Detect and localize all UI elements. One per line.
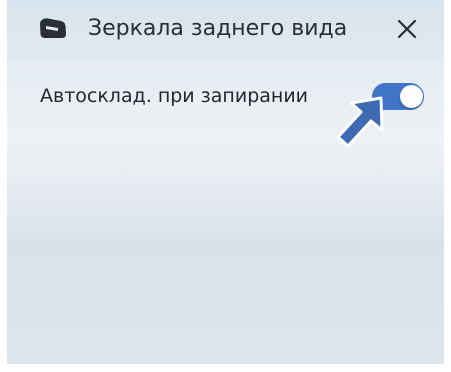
- mirror-settings-panel: Зеркала заднего вида Автосклад. при запи…: [7, 0, 444, 364]
- panel-header: Зеркала заднего вида: [7, 0, 444, 58]
- rearview-mirror-icon: [40, 18, 66, 38]
- dialog-title: Зеркала заднего вида: [88, 16, 348, 41]
- pointer-arrow-icon: [336, 96, 384, 148]
- setting-label-autofold: Автосклад. при запирании: [40, 85, 309, 107]
- close-icon[interactable]: [392, 14, 422, 44]
- toggle-knob: [400, 85, 423, 108]
